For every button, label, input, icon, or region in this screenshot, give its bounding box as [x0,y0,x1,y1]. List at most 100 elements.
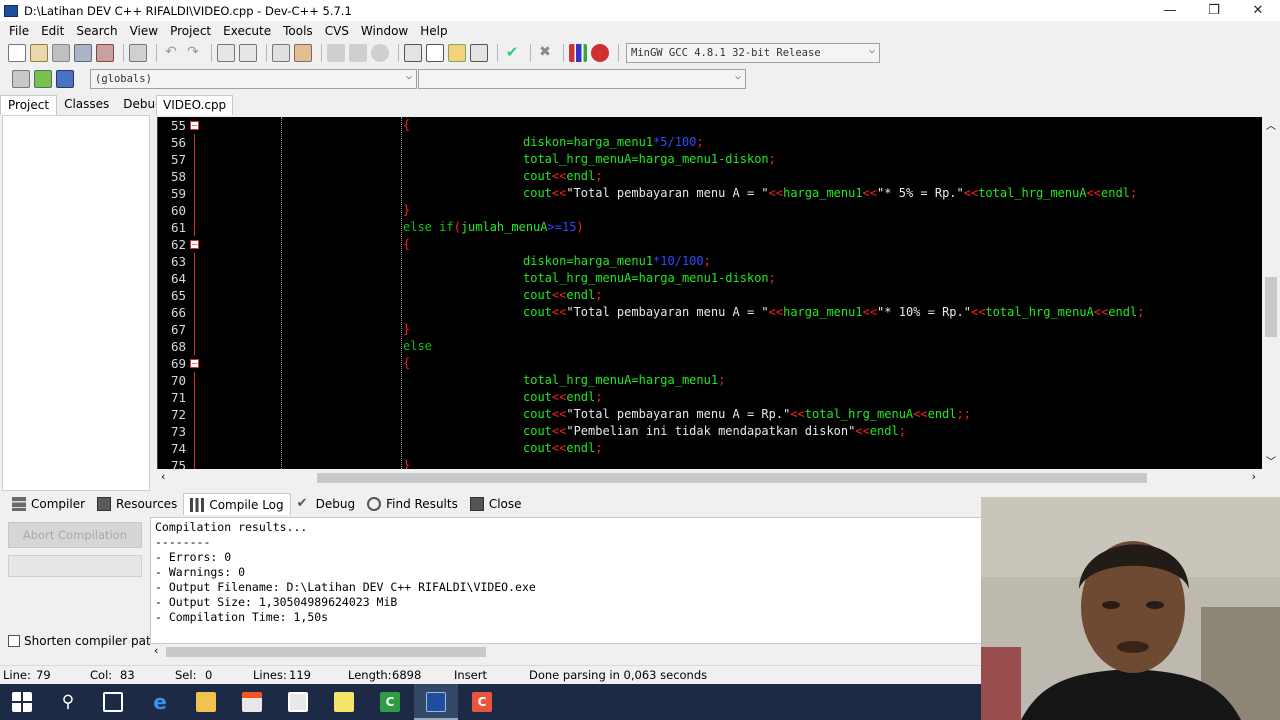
menu-cvs[interactable]: CVS [319,24,355,38]
shorten-paths-checkbox[interactable] [8,635,20,647]
tab-find-results[interactable]: Find Results [361,493,464,515]
scroll-left-icon[interactable]: ‹ [161,470,165,483]
task-view-icon[interactable] [103,692,123,712]
tab-video-cpp[interactable]: VIDEO.cpp [156,95,234,115]
scroll-right-icon[interactable]: › [1252,470,1256,483]
toggle-bookmark-icon[interactable] [56,70,74,88]
menu-project[interactable]: Project [164,24,217,38]
save-all-icon[interactable] [74,44,92,62]
tab-compiler-label: Compiler [31,497,86,511]
magnifier-icon [367,497,382,511]
tab-classes[interactable]: Classes [57,95,116,115]
fold-toggle-icon[interactable]: − [190,240,199,249]
debug-icon[interactable] [591,44,609,62]
compile-log-output[interactable]: Compilation results... -------- - Errors: … [150,517,982,644]
fold-line [194,134,195,151]
editor-horizontal-scrollbar[interactable]: ‹ › [157,469,1262,487]
close-panel-button[interactable]: Close [464,493,528,515]
chart-icon[interactable] [569,44,587,62]
scroll-left-icon[interactable]: ‹ [154,644,158,657]
compiler-select[interactable]: MinGW GCC 4.8.1 32-bit Release ⌵ [626,43,880,63]
code-token: endl [566,169,596,183]
code-token: } [403,458,411,469]
tab-compile-log[interactable]: Compile Log [183,493,291,515]
tab-project[interactable]: Project [0,95,58,115]
fold-toggle-icon[interactable]: − [190,121,199,130]
windows-start-icon[interactable] [12,692,32,712]
tab-debug-output[interactable]: ✔ Debug [291,493,361,515]
menu-view[interactable]: View [124,24,164,38]
sticky-notes-icon[interactable] [334,692,354,712]
code-token: ) [576,220,584,234]
title-bar: D:\Latihan DEV C++ RIFALDI\VIDEO.cpp - D… [0,0,1280,21]
debug-check-icon: ✔ [296,496,308,511]
open-file-icon[interactable] [30,44,48,62]
scroll-thumb[interactable] [1265,277,1277,337]
code-token: ; [595,441,603,455]
menu-edit[interactable]: Edit [35,24,70,38]
run-icon[interactable] [470,44,488,62]
status-col-label: Col: [90,668,113,682]
project-browser[interactable] [2,115,150,491]
menu-file[interactable]: File [3,24,35,38]
editor-vertical-scrollbar[interactable]: ︿ ﹀ [1262,117,1280,469]
code-line: cout<<"Total pembayaran menu A = Rp."<<t… [523,406,971,423]
scroll-down-icon[interactable]: ﹀ [1266,453,1276,468]
compile-run-icon[interactable]: ✔ [503,44,521,62]
new-file-icon[interactable] [8,44,26,62]
replace-icon[interactable] [239,44,257,62]
fullscreen-icon[interactable] [426,44,444,62]
stop-icon[interactable]: ✖ [536,44,554,62]
code-line: total_hrg_menuA=harga_menu1-diskon; [523,270,776,287]
save-icon[interactable] [52,44,70,62]
scroll-thumb[interactable] [166,647,486,657]
close-file-icon[interactable] [96,44,114,62]
indent-icon[interactable] [327,44,345,62]
redo-icon[interactable]: ↷ [184,44,202,62]
goto-line-icon[interactable] [272,44,290,62]
edge-icon[interactable]: e [150,692,170,712]
code-editor[interactable]: 55 56 57 58 59 60 61 62 63 64 65 66 67 68 69 70 71 72 73 74… [157,117,1262,469]
insert-icon[interactable] [12,70,30,88]
print-icon[interactable] [129,44,147,62]
menu-search[interactable]: Search [70,24,123,38]
log-horizontal-scrollbar[interactable]: ‹ [150,644,982,660]
tile-icon[interactable] [404,44,422,62]
fold-toggle-icon[interactable]: − [190,359,199,368]
scroll-up-icon[interactable]: ︿ [1266,117,1276,132]
search-icon[interactable]: ⚲ [58,692,78,712]
abort-compilation-button[interactable]: Abort Compilation [8,522,142,548]
shorten-paths-option[interactable]: Shorten compiler paths [8,634,165,648]
code-token: diskon=harga_menu1 [523,135,654,149]
menu-window[interactable]: Window [355,24,414,38]
goto-bookmark-icon[interactable] [34,70,52,88]
code-token: endl [869,424,899,438]
find-icon[interactable] [217,44,235,62]
undo-icon[interactable]: ↶ [162,44,180,62]
line-number: 62 [170,237,186,252]
menu-tools[interactable]: Tools [277,24,319,38]
store-icon[interactable] [242,692,262,712]
restore-button[interactable]: ❐ [1192,0,1236,21]
bookmark-icon[interactable] [294,44,312,62]
globals-select[interactable]: (globals) ⌵ [90,69,417,89]
file-explorer-icon[interactable] [196,692,216,712]
menu-execute[interactable]: Execute [217,24,277,38]
menu-help[interactable]: Help [414,24,453,38]
devcpp-icon[interactable] [426,692,446,712]
tab-resources[interactable]: Resources [91,493,183,515]
minimize-button[interactable]: — [1148,0,1192,21]
code-token: << [768,186,784,200]
toolbar-separator [618,44,619,62]
functions-select[interactable]: ⌵ [418,69,746,89]
toggle-comment-icon[interactable] [371,44,389,62]
tab-compiler[interactable]: Compiler [6,493,91,515]
unindent-icon[interactable] [349,44,367,62]
camtasia-icon[interactable]: C [380,692,400,712]
compile-icon[interactable] [448,44,466,62]
code-line: cout<<endl; [523,389,603,406]
recorder-icon[interactable]: C [472,692,492,712]
mail-icon[interactable] [288,692,308,712]
close-window-button[interactable]: ✕ [1236,0,1280,21]
scroll-thumb[interactable] [317,473,1147,483]
